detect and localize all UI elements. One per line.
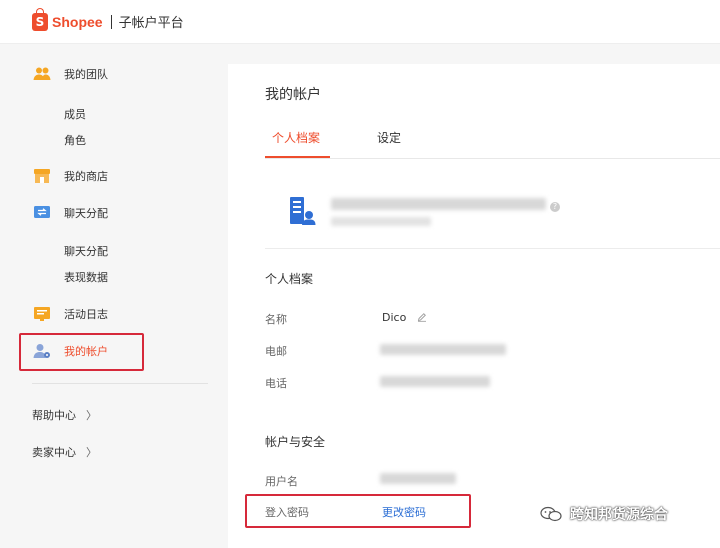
sidebar-item-seller-center[interactable]: 卖家中心〉 — [32, 444, 97, 460]
phone-value-redacted — [380, 376, 490, 387]
security-section-title: 帐户与安全 — [265, 435, 326, 449]
chat-assign-icon — [34, 206, 50, 218]
tab-profile[interactable]: 个人档案 — [272, 129, 320, 146]
store-role-redacted — [331, 217, 431, 226]
header-separator — [110, 14, 112, 29]
brand-name[interactable]: Shopee — [52, 14, 103, 30]
email-label: 电邮 — [265, 345, 287, 358]
highlight-box-my-account — [19, 333, 144, 371]
sidebar-item-activity-log[interactable]: 活动日志 — [33, 306, 108, 322]
sidebar-divider — [32, 383, 208, 384]
email-value-redacted — [380, 344, 506, 355]
wechat-icon — [540, 506, 562, 522]
sidebar: 我的团队 成员 角色 我的商店 聊天分配 聊天分配 表现数据 活动日志 我的帐户… — [0, 44, 228, 548]
main-panel: 我的帐户 个人档案 设定 ? 个人档案 名称 Dico 电邮 电话 帐户与安全 … — [228, 64, 720, 548]
profile-section-title: 个人档案 — [265, 272, 314, 286]
info-icon[interactable]: ? — [550, 202, 560, 212]
sidebar-item-performance[interactable]: 表现数据 — [64, 269, 108, 285]
sidebar-item-roles[interactable]: 角色 — [64, 132, 86, 148]
highlight-box-password — [245, 494, 471, 528]
top-header: S Shopee 子帐户平台 — [0, 0, 720, 44]
sidebar-item-chat-assign-sub[interactable]: 聊天分配 — [64, 243, 108, 259]
sidebar-item-my-store[interactable]: 我的商店 — [33, 168, 108, 184]
tab-settings[interactable]: 设定 — [377, 129, 401, 146]
store-building-icon — [290, 197, 316, 225]
chevron-right-icon: 〉 — [86, 446, 97, 459]
card-divider — [265, 248, 720, 249]
tabs-divider — [265, 158, 720, 159]
phone-label: 电话 — [265, 377, 287, 390]
sidebar-item-members[interactable]: 成员 — [64, 106, 86, 122]
sidebar-item-chat-assign[interactable]: 聊天分配 — [33, 205, 108, 221]
chevron-right-icon: 〉 — [86, 409, 97, 422]
username-label: 用户名 — [265, 475, 298, 488]
platform-title: 子帐户平台 — [118, 16, 184, 31]
name-label: 名称 — [265, 313, 287, 326]
shopee-logo-icon[interactable]: S — [32, 7, 48, 31]
sidebar-item-my-team[interactable]: 我的团队 — [33, 66, 108, 82]
activity-log-icon — [34, 307, 50, 321]
store-name-redacted — [331, 198, 546, 210]
sidebar-item-help-center[interactable]: 帮助中心〉 — [32, 407, 97, 423]
name-value: Dico — [382, 311, 407, 324]
edit-pencil-icon[interactable] — [417, 312, 427, 322]
team-icon — [33, 67, 51, 80]
username-value-redacted — [380, 473, 456, 484]
page-title: 我的帐户 — [265, 87, 321, 103]
store-icon — [34, 169, 50, 183]
watermark: 跨知邦货源综合 — [540, 504, 668, 524]
